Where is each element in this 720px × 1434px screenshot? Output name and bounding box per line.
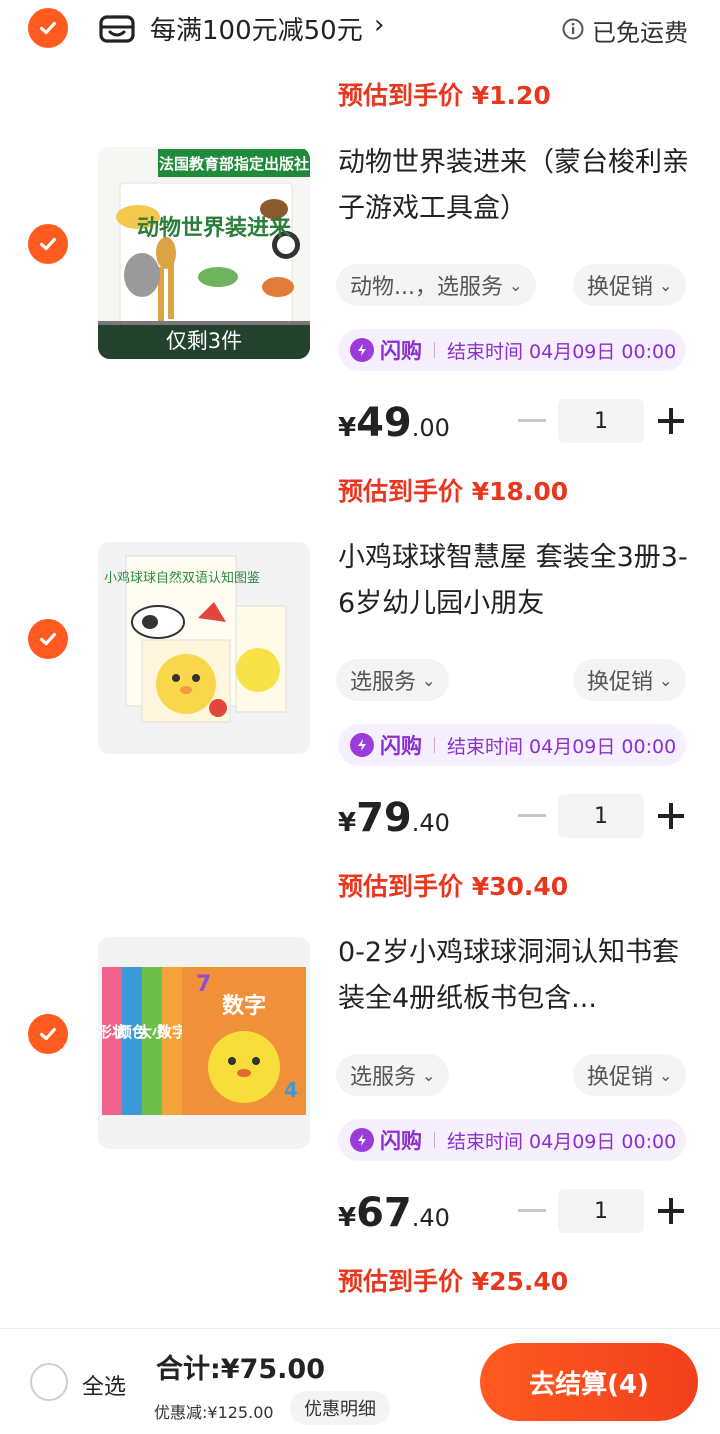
checkout-button[interactable]: 去结算(4) xyxy=(480,1343,698,1421)
estimated-price: 预估到手价 ¥30.40 xyxy=(338,872,569,901)
price-currency: ¥ xyxy=(338,808,357,838)
divider xyxy=(434,342,435,358)
flash-sale-tag: 闪购 结束时间 04月09日 00:00 xyxy=(338,724,686,766)
service-select[interactable]: 动物...，选服务 ⌄ xyxy=(336,264,537,306)
thumbnail-banner: 法国教育部指定出版社 xyxy=(159,155,309,173)
flash-sale-label: 闪购 xyxy=(380,1129,422,1153)
store-estimated-price: 预估到手价 ¥1.20 xyxy=(338,81,551,110)
price-decimal: .40 xyxy=(411,809,450,837)
price-currency: ¥ xyxy=(338,1203,357,1233)
product-thumbnail[interactable]: 小鸡球球自然双语认知图鉴 xyxy=(98,542,310,754)
lightning-icon xyxy=(350,1128,374,1152)
change-promo-label: 换促销 xyxy=(587,670,654,695)
chevron-down-icon: ⌄ xyxy=(508,275,523,295)
checkout-bar: 全选 合计:¥75.00 优惠减:¥125.00 优惠明细 去结算(4) xyxy=(0,1328,720,1434)
svg-text:7: 7 xyxy=(196,972,211,997)
store-promo-row: 每满100元减50元 › 已免运费 xyxy=(0,0,720,60)
select-all-label[interactable]: 全选 xyxy=(82,1369,126,1401)
product-image: 形状 颜色 大小 数字 数字 7 4 xyxy=(98,937,310,1149)
decrease-quantity-button[interactable] xyxy=(518,1209,546,1212)
thumbnail-title: 小鸡球球自然双语认知图鉴 xyxy=(104,570,260,586)
service-select[interactable]: 选服务 ⌄ xyxy=(336,659,450,701)
product-price: ¥67.40 xyxy=(338,1190,450,1236)
thumbnail-title: 数字 xyxy=(222,993,266,1019)
product-title[interactable]: 动物世界装进来（蒙台梭利亲子游戏工具盒） xyxy=(338,140,698,232)
change-promo-button[interactable]: 换促销 ⌄ xyxy=(573,1054,687,1096)
product-thumbnail[interactable]: 法国教育部指定出版社 动物世界装进来 仅剩3件 xyxy=(98,147,310,359)
price-decimal: .00 xyxy=(411,414,450,442)
product-thumbnail[interactable]: 形状 颜色 大小 数字 数字 7 4 xyxy=(98,937,310,1149)
product-title[interactable]: 小鸡球球智慧屋 套装全3册3-6岁幼儿园小朋友 xyxy=(338,535,698,627)
chevron-down-icon: ⌄ xyxy=(659,1065,673,1085)
svg-text:4: 4 xyxy=(284,1078,298,1102)
shipping-status: 已免运费 xyxy=(592,19,688,47)
price-integer: 67 xyxy=(356,1190,412,1236)
chevron-down-icon: ⌄ xyxy=(659,670,673,690)
chevron-down-icon: ⌄ xyxy=(422,670,436,690)
decrease-quantity-button[interactable] xyxy=(518,419,546,422)
item-select-checkbox[interactable] xyxy=(28,619,68,659)
increase-quantity-button[interactable] xyxy=(658,408,684,434)
promo-coupon-icon xyxy=(99,15,135,43)
checkmark-icon xyxy=(40,1027,56,1041)
estimated-price: 预估到手价 ¥18.00 xyxy=(338,477,569,506)
increase-quantity-button[interactable] xyxy=(658,803,684,829)
checkmark-icon xyxy=(40,632,56,646)
lightning-icon xyxy=(350,733,374,757)
stock-badge: 仅剩3件 xyxy=(98,321,310,359)
quantity-input[interactable]: 1 xyxy=(558,1189,644,1233)
item-select-checkbox[interactable] xyxy=(28,1014,68,1054)
flash-sale-end-time: 结束时间 04月09日 00:00 xyxy=(447,1130,677,1153)
service-select-label: 动物...，选服务 xyxy=(350,275,503,300)
change-promo-label: 换促销 xyxy=(587,1065,654,1090)
flash-sale-tag: 闪购 结束时间 04月09日 00:00 xyxy=(338,1119,686,1161)
product-title[interactable]: 0-2岁小鸡球球洞洞认知书套装全4册纸板书包含... xyxy=(338,930,698,1022)
flash-sale-label: 闪购 xyxy=(380,339,422,363)
chevron-down-icon: ⌄ xyxy=(659,275,673,295)
decrease-quantity-button[interactable] xyxy=(518,814,546,817)
service-select-label: 选服务 xyxy=(350,1065,417,1090)
item-select-checkbox[interactable] xyxy=(28,224,68,264)
chevron-right-icon[interactable]: › xyxy=(374,10,384,40)
change-promo-label: 换促销 xyxy=(587,275,654,300)
flash-sale-end-time: 结束时间 04月09日 00:00 xyxy=(447,340,677,363)
checkmark-icon xyxy=(40,21,56,35)
price-decimal: .40 xyxy=(411,1204,450,1232)
discount-detail-button[interactable]: 优惠明细 xyxy=(290,1391,390,1425)
total-amount: 合计:¥75.00 xyxy=(156,1354,325,1385)
checkmark-icon xyxy=(40,237,56,251)
service-select-label: 选服务 xyxy=(350,670,417,695)
info-icon[interactable] xyxy=(562,18,584,40)
divider xyxy=(434,1132,435,1148)
flash-sale-label: 闪购 xyxy=(380,734,422,758)
quantity-input[interactable]: 1 xyxy=(558,794,644,838)
price-integer: 49 xyxy=(356,400,412,446)
change-promo-button[interactable]: 换促销 ⌄ xyxy=(573,264,687,306)
promo-text[interactable]: 每满100元减50元 xyxy=(150,10,363,47)
product-image: 小鸡球球自然双语认知图鉴 xyxy=(98,542,310,754)
price-integer: 79 xyxy=(356,795,412,841)
flash-sale-end-time: 结束时间 04月09日 00:00 xyxy=(447,735,677,758)
lightning-icon xyxy=(350,338,374,362)
flash-sale-tag: 闪购 结束时间 04月09日 00:00 xyxy=(338,329,686,371)
divider xyxy=(434,737,435,753)
discount-amount: 优惠减:¥125.00 xyxy=(154,1403,274,1422)
price-currency: ¥ xyxy=(338,413,357,443)
estimated-price: 预估到手价 ¥25.40 xyxy=(338,1267,569,1296)
thumbnail-title: 动物世界装进来 xyxy=(137,215,292,241)
quantity-input[interactable]: 1 xyxy=(558,399,644,443)
change-promo-button[interactable]: 换促销 ⌄ xyxy=(573,659,687,701)
chevron-down-icon: ⌄ xyxy=(422,1065,436,1085)
increase-quantity-button[interactable] xyxy=(658,1198,684,1224)
product-price: ¥49.00 xyxy=(338,400,450,446)
product-price: ¥79.40 xyxy=(338,795,450,841)
store-select-checkbox[interactable] xyxy=(28,8,68,48)
service-select[interactable]: 选服务 ⌄ xyxy=(336,1054,450,1096)
select-all-checkbox[interactable] xyxy=(30,1363,68,1401)
